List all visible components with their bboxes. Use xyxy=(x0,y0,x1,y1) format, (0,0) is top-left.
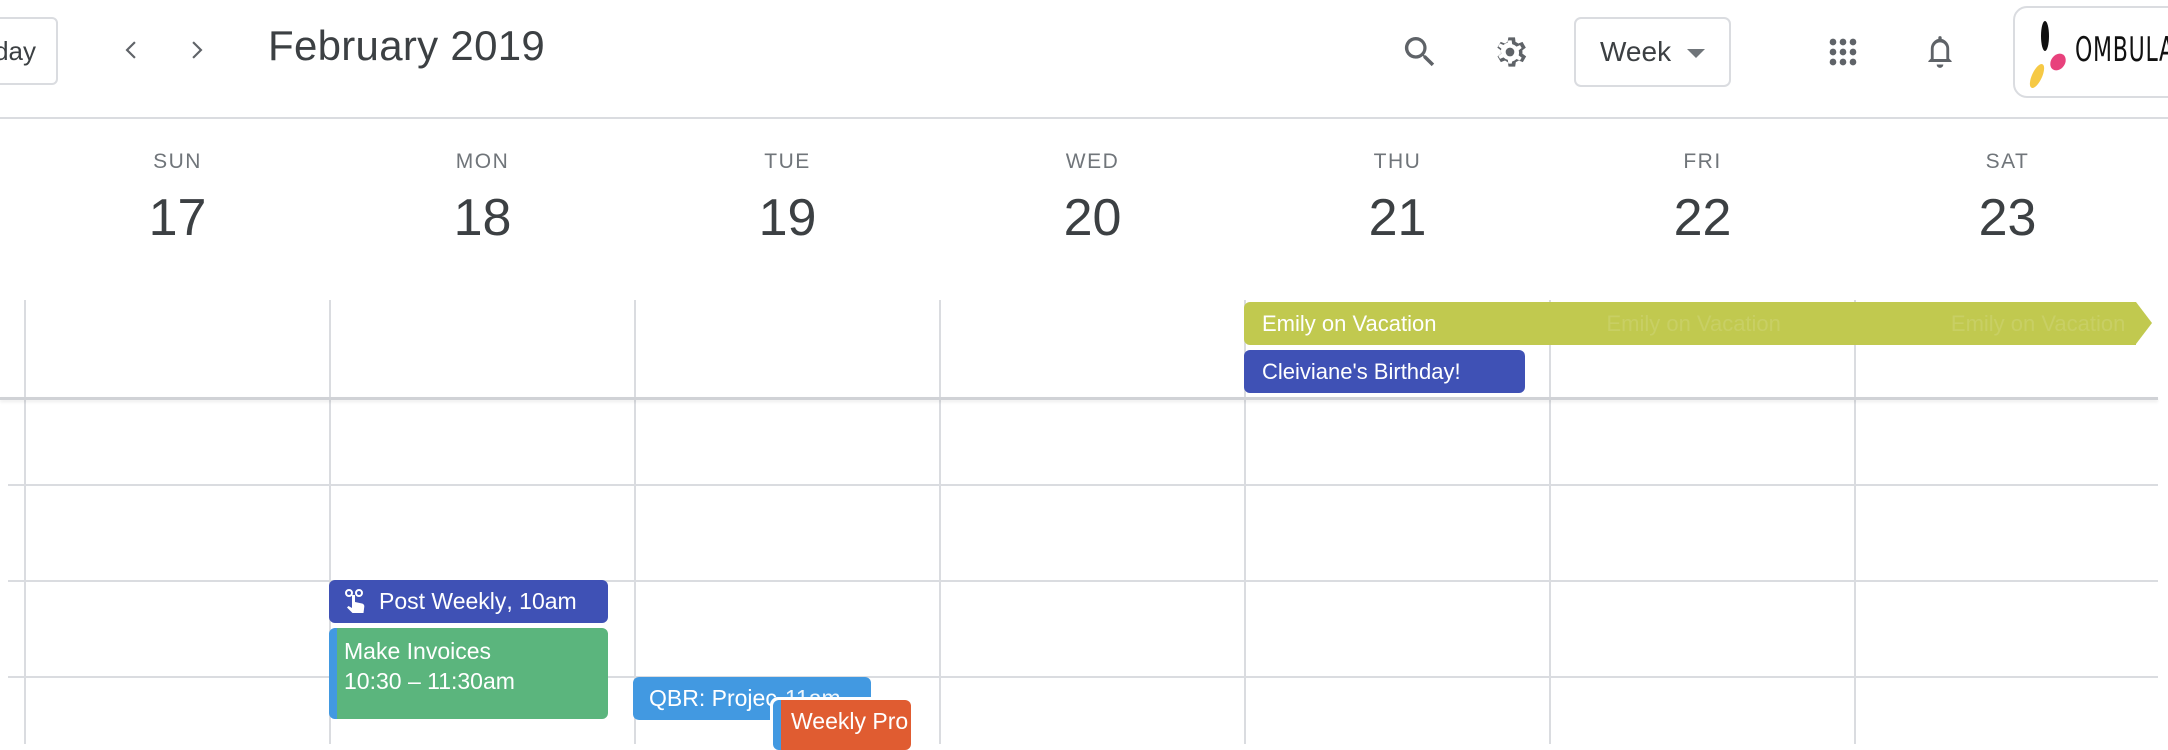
event-time: 10:30 – 11:30am xyxy=(344,668,515,694)
day-header-mon[interactable]: MON 18 xyxy=(330,150,635,244)
day-name: SUN xyxy=(153,150,202,173)
day-number[interactable]: 20 xyxy=(940,192,1245,244)
notifications-button[interactable] xyxy=(1912,24,1968,80)
day-number[interactable]: 19 xyxy=(635,192,940,244)
event-emily-on-vacation[interactable]: Emily on Vacation Emily on Vacation Emily … xyxy=(1244,302,2136,345)
calendar-header: Today February 2019 Week OMBULABS xyxy=(0,0,2168,119)
day-number[interactable]: 17 xyxy=(25,192,330,244)
day-name: WED xyxy=(1065,150,1120,173)
hour-line xyxy=(8,484,2158,486)
search-button[interactable] xyxy=(1392,24,1448,80)
view-select[interactable]: Week xyxy=(1574,17,1731,87)
chevron-right-icon xyxy=(192,41,203,59)
event-title: Weekly Pro xyxy=(791,708,909,734)
continues-arrow-icon xyxy=(2136,302,2152,344)
account-logo[interactable]: OMBULABS xyxy=(2013,6,2168,98)
day-number[interactable]: 18 xyxy=(330,192,635,244)
chevron-left-icon xyxy=(125,41,136,59)
next-week-button[interactable] xyxy=(176,30,216,70)
day-name: MON xyxy=(455,150,510,173)
ombulabs-logo-icon xyxy=(2029,21,2066,88)
logo-text: OMBULABS xyxy=(2075,30,2168,70)
gear-icon xyxy=(1497,37,1527,67)
event-title: Make Invoices xyxy=(344,638,492,664)
event-title-ghost: Emily on Vacation xyxy=(1950,311,2126,336)
day-header-tue[interactable]: TUE 19 xyxy=(635,150,940,244)
day-header-sat[interactable]: SAT 23 xyxy=(1855,150,2160,244)
view-select-value: Week xyxy=(1600,36,1672,67)
day-number[interactable]: 22 xyxy=(1550,192,1855,244)
day-name: TUE xyxy=(764,150,811,173)
event-time: , 10am xyxy=(506,588,577,614)
touch-hand-icon xyxy=(345,588,365,613)
bell-icon xyxy=(1928,36,1952,68)
day-header-thu[interactable]: THU 21 xyxy=(1245,150,1550,244)
event-cleivianes-birthday[interactable]: Cleiviane's Birthday! xyxy=(1244,350,1525,393)
day-header-sun[interactable]: SUN 17 xyxy=(25,150,330,244)
event-title: QBR: Projec xyxy=(649,685,777,711)
event-title: Emily on Vacation xyxy=(1262,311,1437,336)
event-title: Cleiviane's Birthday! xyxy=(1262,359,1461,384)
event-make-invoices[interactable]: Make Invoices 10:30 – 11:30am xyxy=(329,628,608,719)
apps-button[interactable] xyxy=(1815,24,1871,80)
today-button[interactable]: Today xyxy=(0,17,58,85)
event-title-ghost: Emily on Vacation xyxy=(1606,311,1781,336)
all-day-separator xyxy=(0,397,2158,400)
settings-button[interactable] xyxy=(1482,24,1538,80)
day-name: SAT xyxy=(1985,150,2030,173)
event-title: Post Weekly xyxy=(379,588,507,614)
day-number[interactable]: 21 xyxy=(1245,192,1550,244)
search-icon xyxy=(1404,37,1435,67)
today-label: Today xyxy=(0,35,36,66)
event-post-weekly[interactable]: Post Weekly, 10am xyxy=(329,580,608,623)
day-name: THU xyxy=(1373,150,1422,173)
day-number[interactable]: 23 xyxy=(1855,192,2160,244)
day-header-wed[interactable]: WED 20 xyxy=(940,150,1245,244)
month-title: February 2019 xyxy=(268,22,546,69)
day-header-fri[interactable]: FRI 22 xyxy=(1550,150,1855,244)
day-name: FRI xyxy=(1683,150,1722,173)
apps-grid-icon xyxy=(1829,38,1857,66)
previous-week-button[interactable] xyxy=(112,30,152,70)
event-weekly-pro[interactable]: Weekly Pro xyxy=(773,700,911,750)
dropdown-caret-icon xyxy=(1687,49,1705,58)
